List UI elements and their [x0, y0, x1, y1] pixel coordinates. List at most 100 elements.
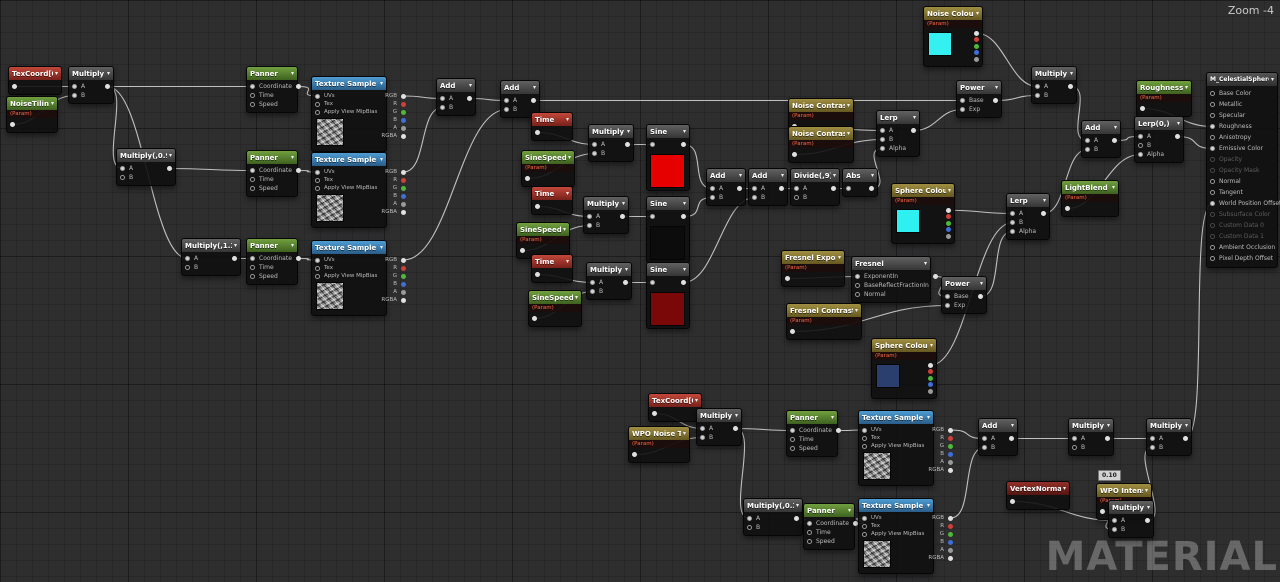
node-noisecolour[interactable]: Noise Colour ▾ (Param)	[923, 6, 983, 67]
input-pin[interactable]	[72, 84, 77, 89]
output-pin[interactable]	[401, 185, 407, 191]
node-lightblend[interactable]: LightBlend 0-1▾(Param)	[1061, 180, 1119, 217]
output-pin[interactable]	[911, 128, 916, 133]
input-pin[interactable]	[120, 166, 125, 171]
collapse-icon[interactable]: ▾	[1070, 70, 1073, 77]
node-header[interactable]: Sine ▾	[647, 263, 689, 276]
collapse-icon[interactable]: ▾	[380, 244, 383, 251]
collapse-icon[interactable]: ▾	[55, 70, 58, 77]
input-pin[interactable]	[960, 107, 965, 112]
collapse-icon[interactable]: ▾	[107, 70, 110, 77]
collapse-icon[interactable]: ▾	[380, 156, 383, 163]
node-header[interactable]: Abs ▾	[843, 169, 877, 182]
output-pin[interactable]	[948, 443, 954, 449]
input-pin[interactable]	[1085, 147, 1090, 152]
output-pin[interactable]	[295, 168, 301, 173]
node-add1[interactable]: Add ▾ A B	[436, 78, 476, 116]
node-pow1[interactable]: Power ▾ Base Exp	[956, 80, 1002, 118]
node-header[interactable]: Multiply(,0.9)▾	[117, 149, 175, 162]
input-pin[interactable]	[794, 195, 799, 200]
node-abs1[interactable]: Abs ▾	[842, 168, 878, 197]
input-pin[interactable]	[590, 280, 595, 285]
node-header[interactable]: WPO Noise Tiling▾	[629, 427, 689, 440]
input-pin[interactable]	[862, 531, 867, 537]
output-pin[interactable]	[632, 452, 637, 457]
collapse-icon[interactable]: ▾	[848, 507, 851, 514]
node-header[interactable]: Multiply ▾	[1109, 501, 1153, 514]
collapse-icon[interactable]: ▾	[1043, 197, 1046, 204]
input-pin[interactable]	[250, 177, 255, 182]
input-pin[interactable]	[807, 539, 812, 544]
collapse-icon[interactable]: ▾	[683, 128, 686, 135]
output-pin[interactable]	[535, 204, 540, 209]
input-pin[interactable]	[1210, 113, 1215, 118]
node-header[interactable]: SineSpeed1▾	[522, 151, 574, 164]
node-header[interactable]: Fresnel Exponent▾	[782, 251, 844, 264]
node-header[interactable]: M_CelestialSphere ▾	[1207, 73, 1277, 86]
collapse-icon[interactable]: ▾	[831, 414, 834, 421]
node-header[interactable]: Noise Contrast Max▾	[789, 127, 853, 140]
node-tex2[interactable]: Texture Sample ▾ UVs Tex Apply View MipBias R…	[311, 152, 407, 228]
node-header[interactable]: NoiseTiling▾	[7, 97, 57, 110]
output-pin[interactable]	[525, 176, 530, 181]
node-roughness[interactable]: Roughness ▾ (Param)	[1136, 80, 1192, 117]
node-tex5[interactable]: Texture Sample ▾ UVs Tex Apply View MipBias R…	[858, 498, 954, 574]
input-pin[interactable]	[1138, 143, 1143, 148]
node-header[interactable]: Panner ▾	[787, 411, 837, 424]
output-pin[interactable]	[785, 276, 790, 281]
input-pin[interactable]	[1085, 138, 1090, 143]
input-pin[interactable]	[1150, 445, 1155, 450]
output-pin[interactable]	[1041, 211, 1046, 216]
collapse-icon[interactable]: ▾	[291, 154, 294, 161]
collapse-icon[interactable]: ▾	[930, 342, 933, 349]
output-pin[interactable]	[625, 142, 630, 147]
output-pin[interactable]	[948, 459, 954, 465]
output-pin[interactable]	[932, 274, 938, 279]
input-pin[interactable]	[862, 515, 867, 521]
input-pin[interactable]	[880, 128, 885, 133]
input-pin[interactable]	[747, 525, 752, 530]
collapse-icon[interactable]: ▾	[234, 242, 237, 249]
node-header[interactable]: SineSpeed2▾	[517, 223, 569, 236]
node-header[interactable]: Add ▾	[501, 81, 539, 94]
node-header[interactable]: SineSpeed3▾	[529, 291, 581, 304]
output-pin[interactable]	[946, 220, 951, 226]
node-mul4[interactable]: Multiply ▾ A B	[588, 124, 634, 162]
node-header[interactable]: Power ▾	[942, 277, 986, 290]
output-pin[interactable]	[1068, 84, 1073, 89]
output-pin[interactable]	[401, 201, 407, 207]
input-pin[interactable]	[250, 265, 255, 270]
input-pin[interactable]	[862, 443, 867, 449]
collapse-icon[interactable]: ▾	[533, 84, 536, 91]
input-pin[interactable]	[1210, 157, 1215, 162]
input-pin[interactable]	[1112, 518, 1117, 523]
collapse-icon[interactable]: ▾	[291, 70, 294, 77]
node-ncmax[interactable]: Noise Contrast Max▾(Param)	[788, 126, 854, 163]
input-pin[interactable]	[1138, 152, 1143, 157]
input-pin[interactable]	[752, 186, 757, 191]
node-sine1[interactable]: Sine ▾	[646, 124, 690, 191]
collapse-icon[interactable]: ▾	[380, 80, 383, 87]
input-pin[interactable]	[1210, 179, 1215, 184]
node-mul8[interactable]: Multiply ▾ A B	[696, 408, 742, 446]
output-pin[interactable]	[467, 96, 472, 101]
collapse-icon[interactable]: ▾	[625, 266, 628, 273]
node-tex1[interactable]: Texture Sample ▾ UVs Tex Apply View MipBias R…	[311, 76, 407, 152]
node-header[interactable]: Texture Sample ▾	[859, 499, 933, 512]
node-header[interactable]: Add ▾	[707, 169, 745, 182]
output-pin[interactable]	[948, 435, 954, 441]
collapse-icon[interactable]: ▾	[1145, 487, 1148, 494]
input-pin[interactable]	[982, 436, 987, 441]
collapse-icon[interactable]: ▾	[833, 172, 836, 179]
output-pin[interactable]	[1100, 509, 1105, 514]
input-pin[interactable]	[807, 521, 812, 526]
input-pin[interactable]	[250, 186, 255, 191]
node-mul9[interactable]: Multiply ▾ A B	[1068, 418, 1114, 456]
node-tex3[interactable]: Texture Sample ▾ UVs Tex Apply View MipBias R…	[311, 240, 407, 316]
output-pin[interactable]	[948, 427, 954, 433]
output-pin[interactable]	[974, 56, 979, 62]
output-pin[interactable]	[401, 257, 407, 263]
collapse-icon[interactable]: ▾	[51, 100, 54, 107]
input-pin[interactable]	[185, 256, 190, 261]
output-pin[interactable]	[928, 382, 933, 388]
